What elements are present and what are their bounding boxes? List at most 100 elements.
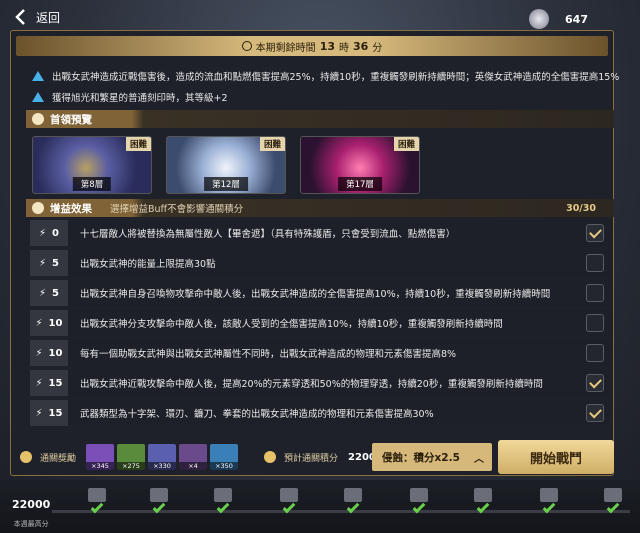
erosion-selector[interactable]: 侵蝕：積分x2.5 ︿ [372,443,492,471]
timer-label: 本期剩餘時間 [255,42,316,54]
buff-cost-value: 5 [52,287,59,299]
check-icon [606,500,620,514]
rule-note: 出戰女武神造成近戰傷害後，造成的流血和點燃傷害提高25%，持續10秒，重複觸發刷… [32,69,619,83]
buff-cost: ⚡ 5 [30,280,68,306]
best-score-value: 22000 [12,498,51,511]
buff-checkbox[interactable] [586,254,604,272]
buff-text: 出戰女武神分支攻擊命中敵人後，該敵人受到的全傷害提高10%，持續10秒，重複觸發… [80,319,503,330]
buff-cost-value: 10 [48,317,63,329]
chest-icon [604,488,622,502]
reward-item[interactable]: ×275 [117,444,146,470]
milestone-node[interactable] [472,488,494,518]
boss-floor-label: 第17層 [338,177,382,191]
reward-item-count: ×275 [117,462,146,470]
buff-row[interactable]: ⚡ 5 出戰女武神的能量上限提高30點 [30,250,610,276]
lightning-icon: ⚡ [35,377,43,389]
chevron-left-icon [15,9,25,25]
top-bar: 返回 647 [0,0,640,34]
lightning-icon: ⚡ [35,407,43,419]
buff-row[interactable]: ⚡ 0 十七層敵人將被替換為無屬性敵人【畢舍遮】（具有特殊護盾，只會受到流血、點燃… [30,220,610,246]
check-icon [282,500,296,514]
chest-icon [540,488,558,502]
buff-row[interactable]: ⚡ 10 每有一個助戰女武神與出戰女武神屬性不同時，出戰女武神造成的物理和元素傷害… [30,340,610,366]
difficulty-badge: 困難 [259,137,285,151]
start-battle-button[interactable]: 開始戰鬥 [498,440,614,474]
lightning-icon: ⚡ [39,257,47,269]
buff-row[interactable]: ⚡ 15 出戰女武神近戰攻擊命中敵人後，提高20%的元素穿透和50%的物理穿透，持… [30,370,610,396]
back-button[interactable]: 返回 [14,9,60,26]
reward-items: ×345 ×275 ×330 ×4 ×350 [86,444,239,470]
buff-checkbox[interactable] [586,314,604,332]
rule-note-text: 出戰女武神造成近戰傷害後，造成的流血和點燃傷害提高25%，持續10秒，重複觸發刷… [52,72,620,83]
buff-row[interactable]: ⚡ 10 出戰女武神分支攻擊命中敵人後，該敵人受到的全傷害提高10%，持續10秒，… [30,310,610,336]
check-icon [346,500,360,514]
back-label: 返回 [36,10,61,25]
reward-item[interactable]: ×330 [148,444,177,470]
lightning-icon: ⚡ [39,227,47,239]
milestone-node[interactable] [342,488,364,518]
buff-hint: 選擇增益Buff不會影響通關積分 [110,204,244,215]
chest-icon [150,488,168,502]
buff-text: 出戰女武神近戰攻擊命中敵人後，提高20%的元素穿透和50%的物理穿透，持續20秒… [80,379,543,390]
buff-cost: ⚡ 10 [30,310,68,336]
timer-minutes: 36 [353,39,369,53]
check-icon [152,500,166,514]
milestone-node[interactable] [148,488,170,518]
milestone-node[interactable] [408,488,430,518]
boss-floor-label: 第12層 [204,177,248,191]
milestone-node[interactable] [538,488,560,518]
buff-text: 十七層敵人將被替換為無屬性敵人【畢舍遮】（具有特殊護盾，只會受到流血、點燃傷害） [80,229,456,240]
check-icon [90,500,104,514]
chest-icon [474,488,492,502]
season-timer: 本期剩餘時間 13 時 36 分 [16,36,608,56]
milestone-node[interactable] [602,488,624,518]
chest-icon [344,488,362,502]
warning-icon [32,92,44,102]
boss-card[interactable]: 困難 第8層 [32,136,152,194]
lightning-icon: ⚡ [35,317,43,329]
check-icon [542,500,556,514]
check-icon [476,500,490,514]
start-battle-label: 開始戰鬥 [529,451,582,467]
buff-checkbox[interactable] [586,374,604,392]
difficulty-badge: 困難 [393,137,419,151]
buff-checkbox[interactable] [586,224,604,242]
boss-card[interactable]: 困難 第12層 [166,136,286,194]
chest-icon [280,488,298,502]
rule-note-text: 獲得旭光和繁星的普通刻印時，其等級+2 [52,93,228,104]
reward-item[interactable]: ×4 [179,444,208,470]
buff-text: 出戰女武神的能量上限提高30點 [80,259,216,270]
milestone-node[interactable] [278,488,300,518]
timer-hour-unit: 時 [339,42,349,54]
reward-item[interactable]: ×350 [210,444,239,470]
boss-preview-header: 首領預覽 [26,110,614,128]
warning-icon [32,71,44,81]
reward-item-count: ×345 [86,462,115,470]
rule-note: 獲得旭光和繁星的普通刻印時，其等級+2 [32,90,228,104]
boss-card[interactable]: 困難 第17層 [300,136,420,194]
buff-checkbox[interactable] [586,284,604,302]
buff-text: 武器類型為十字架、環刃、鐮刀、拳套的出戰女武神造成的物理和元素傷害提高30% [80,409,434,420]
buff-text: 每有一個助戰女武神與出戰女武神屬性不同時，出戰女武神造成的物理和元素傷害提高8% [80,349,457,360]
coin-icon [264,451,277,463]
buff-checkbox[interactable] [586,344,604,362]
buff-cost-value: 15 [48,407,63,419]
check-icon [412,500,426,514]
boss-floor-label: 第8層 [72,177,112,191]
currency-amount: 647 [565,12,588,26]
currency-display: 647 [529,9,588,29]
chest-icon [410,488,428,502]
reward-item-count: ×330 [148,462,177,470]
buff-cost: ⚡ 0 [30,220,68,246]
reward-item[interactable]: ×345 [86,444,115,470]
reward-label-text: 通關獎勵 [40,453,77,464]
timer-hours: 13 [319,39,335,53]
buff-list: ⚡ 0 十七層敵人將被替換為無屬性敵人【畢舍遮】（具有特殊護盾，只會受到流血、點燃… [30,220,610,430]
buff-header: 增益效果 選擇增益Buff不會影響通關積分 30/30 [26,199,614,217]
buff-row[interactable]: ⚡ 5 出戰女武神自身召喚物攻擊命中敵人後，出戰女武神造成的全傷害提高10%，持續… [30,280,610,306]
buff-checkbox[interactable] [586,404,604,422]
milestone-node[interactable] [212,488,234,518]
buff-row[interactable]: ⚡ 15 武器類型為十字架、環刃、鐮刀、拳套的出戰女武神造成的物理和元素傷害提高3… [30,400,610,426]
milestone-node[interactable] [86,488,108,518]
reward-item-count: ×350 [210,462,239,470]
